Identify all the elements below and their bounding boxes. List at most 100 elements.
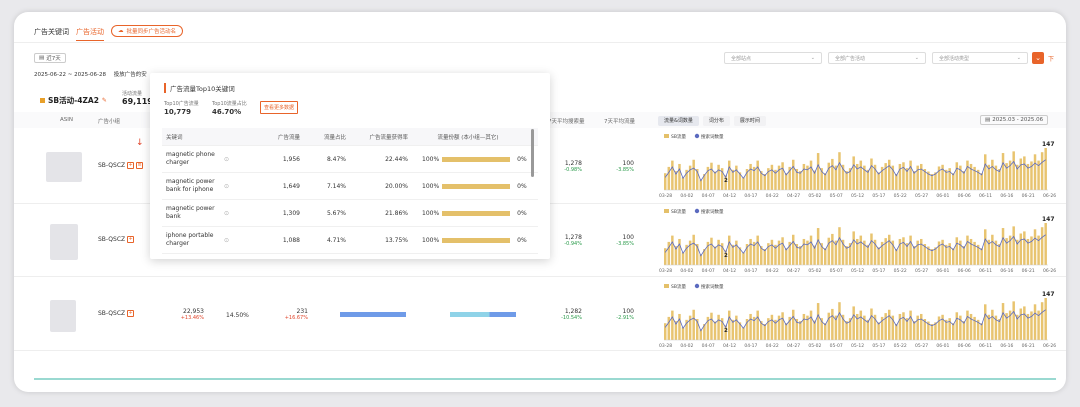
keyword-traffic: 1,956 <box>282 155 300 163</box>
flow-share-bar <box>442 210 511 216</box>
chart-bar <box>831 158 834 190</box>
edit-icon[interactable]: ✎ <box>102 97 107 104</box>
chart-bar <box>802 163 806 190</box>
x-tick-label: 04-22 <box>766 343 779 349</box>
chart-bar <box>930 324 934 340</box>
popup-title: 广告流量Top10关键词 <box>164 83 235 93</box>
keyword-row: iphone portable charger ⊙ 1,088 4.71% 13… <box>162 227 538 254</box>
group-name[interactable]: SB-QSCZ <box>98 162 125 169</box>
keyword-row: magnetic power bank for iphone ⊙ 1,649 7… <box>162 173 538 200</box>
x-tick-label: 06-06 <box>958 343 971 349</box>
group-name[interactable]: SB-QSCZ <box>98 310 125 317</box>
x-tick-label: 04-12 <box>723 268 736 274</box>
x-tick-label: 05-17 <box>872 343 885 349</box>
campaign-select[interactable]: 全部广告活动 ⌄ <box>828 52 926 64</box>
link-icon[interactable]: + <box>127 162 135 169</box>
chart-bar <box>770 239 774 265</box>
flow-right-value: 0% <box>517 236 527 244</box>
copy-icon[interactable]: ⊙ <box>224 156 248 163</box>
traffic-value: 22,953 <box>183 308 204 315</box>
copy-icon[interactable]: ⊙ <box>224 210 248 217</box>
download-icon[interactable]: ⌄ <box>1032 52 1044 64</box>
date-range: 2025-06-22 ~ 2025-06-28 投放广告的安 <box>34 70 147 78</box>
flow-left-value: 100% <box>422 155 440 163</box>
chart-bar <box>681 252 685 265</box>
col-group: 广告小组 <box>98 119 121 125</box>
col-flow-share: 流量份额 (本小组—其它) <box>437 134 499 141</box>
x-tick-label: 06-21 <box>1022 193 1035 199</box>
chart-bar <box>678 163 681 190</box>
clicks-change: +16.67% <box>284 315 308 321</box>
chart-bar <box>678 313 681 340</box>
legend-bar-swatch <box>664 134 669 138</box>
legend-bar-label: SB流量 <box>671 208 686 215</box>
clicks-value: 231 <box>296 308 308 315</box>
keywords-table: 关键词 广告流量 流量占比 广告流量获得率 流量份额 (本小组—其它) magn… <box>162 128 538 254</box>
view-more-button[interactable]: 查看更多数据 <box>260 101 299 114</box>
chart-bar <box>1044 148 1047 190</box>
chart-tab-time[interactable]: 展示时间 <box>733 116 766 126</box>
chart-bar <box>781 312 784 340</box>
chart-bar <box>838 302 841 340</box>
x-tick-label: 04-17 <box>744 343 757 349</box>
chart-bar <box>710 312 713 340</box>
chart-bar <box>816 153 820 190</box>
chart-bar <box>998 244 1001 265</box>
chart-bar <box>749 163 752 190</box>
legend-bar-label: SB流量 <box>671 133 686 140</box>
x-tick-label: 06-26 <box>1043 343 1056 349</box>
link-icon[interactable]: + <box>127 236 135 243</box>
site-select[interactable]: 全部站点 ⌄ <box>724 52 822 64</box>
traffic-change: +13.46% <box>180 315 204 321</box>
tab-ad-campaigns[interactable]: 广告活动 <box>76 27 104 41</box>
copy-icon[interactable]: ⊙ <box>224 183 248 190</box>
x-tick-label: 04-07 <box>702 193 715 199</box>
app-window: 广告关键词 广告活动 ☁ 批量同步广告活动名 ▤ 近7天 2025-06-22 … <box>14 12 1066 392</box>
chart-bar <box>955 237 959 265</box>
stat1-label: Top10广告流量 <box>164 101 199 107</box>
group-name[interactable]: SB-QSCZ <box>98 236 125 243</box>
chart-date-picker[interactable]: ▤ 2025.03 - 2025.06 <box>980 115 1049 125</box>
legend-line-swatch <box>694 208 700 214</box>
table-row: SB-QSCZ + ≡ <box>98 162 144 169</box>
x-tick-label: 04-07 <box>702 343 715 349</box>
horizontal-scrollbar[interactable] <box>34 378 1056 380</box>
chart-tab-flow[interactable]: 流量&词数量 <box>658 116 699 126</box>
chart-icon[interactable]: ≡ <box>136 162 144 169</box>
popup-scrollbar[interactable] <box>531 129 534 177</box>
chart-bar <box>902 237 905 265</box>
chart-bar <box>749 313 752 340</box>
x-tick-label: 04-12 <box>723 343 736 349</box>
x-tick-label: 04-27 <box>787 193 800 199</box>
avg-flow-change: -3.85% <box>616 241 634 247</box>
campaign-type-select[interactable]: 全部活动类型 ⌄ <box>932 52 1028 64</box>
chart-bar <box>1012 151 1015 190</box>
chart-bar <box>784 173 788 190</box>
avg-flow-change: -2.91% <box>616 315 634 321</box>
chart-bar <box>980 173 983 190</box>
link-icon[interactable]: + <box>127 310 135 317</box>
chart-bar <box>770 164 774 190</box>
x-tick-label: 05-27 <box>915 268 928 274</box>
tab-ad-keywords[interactable]: 广告关键词 <box>34 27 69 37</box>
date-filter[interactable]: ▤ 近7天 <box>34 53 66 63</box>
chart-bar <box>671 310 674 340</box>
sync-campaign-button[interactable]: ☁ 批量同步广告活动名 <box>111 25 184 37</box>
chart-bar <box>816 228 820 265</box>
chart-tab-distribution[interactable]: 词分布 <box>702 116 730 126</box>
x-tick-label: 06-26 <box>1043 268 1056 274</box>
chart-bar <box>920 238 923 265</box>
chart-bar <box>799 171 802 190</box>
x-tick-label: 04-02 <box>680 343 693 349</box>
export-label[interactable]: 下 <box>1048 54 1054 63</box>
stat1-value: 10,779 <box>164 108 192 116</box>
chart-bar <box>991 159 994 190</box>
chart-bar <box>920 163 923 190</box>
sync-button-label: 批量同步广告活动名 <box>126 29 177 35</box>
copy-icon[interactable]: ⊙ <box>224 237 248 244</box>
chart-bar <box>1040 302 1044 340</box>
chart-bar <box>717 164 720 190</box>
stat2-label: Top10流量占比 <box>212 101 247 107</box>
chart-bar <box>713 171 717 190</box>
chart-bar <box>742 177 745 190</box>
